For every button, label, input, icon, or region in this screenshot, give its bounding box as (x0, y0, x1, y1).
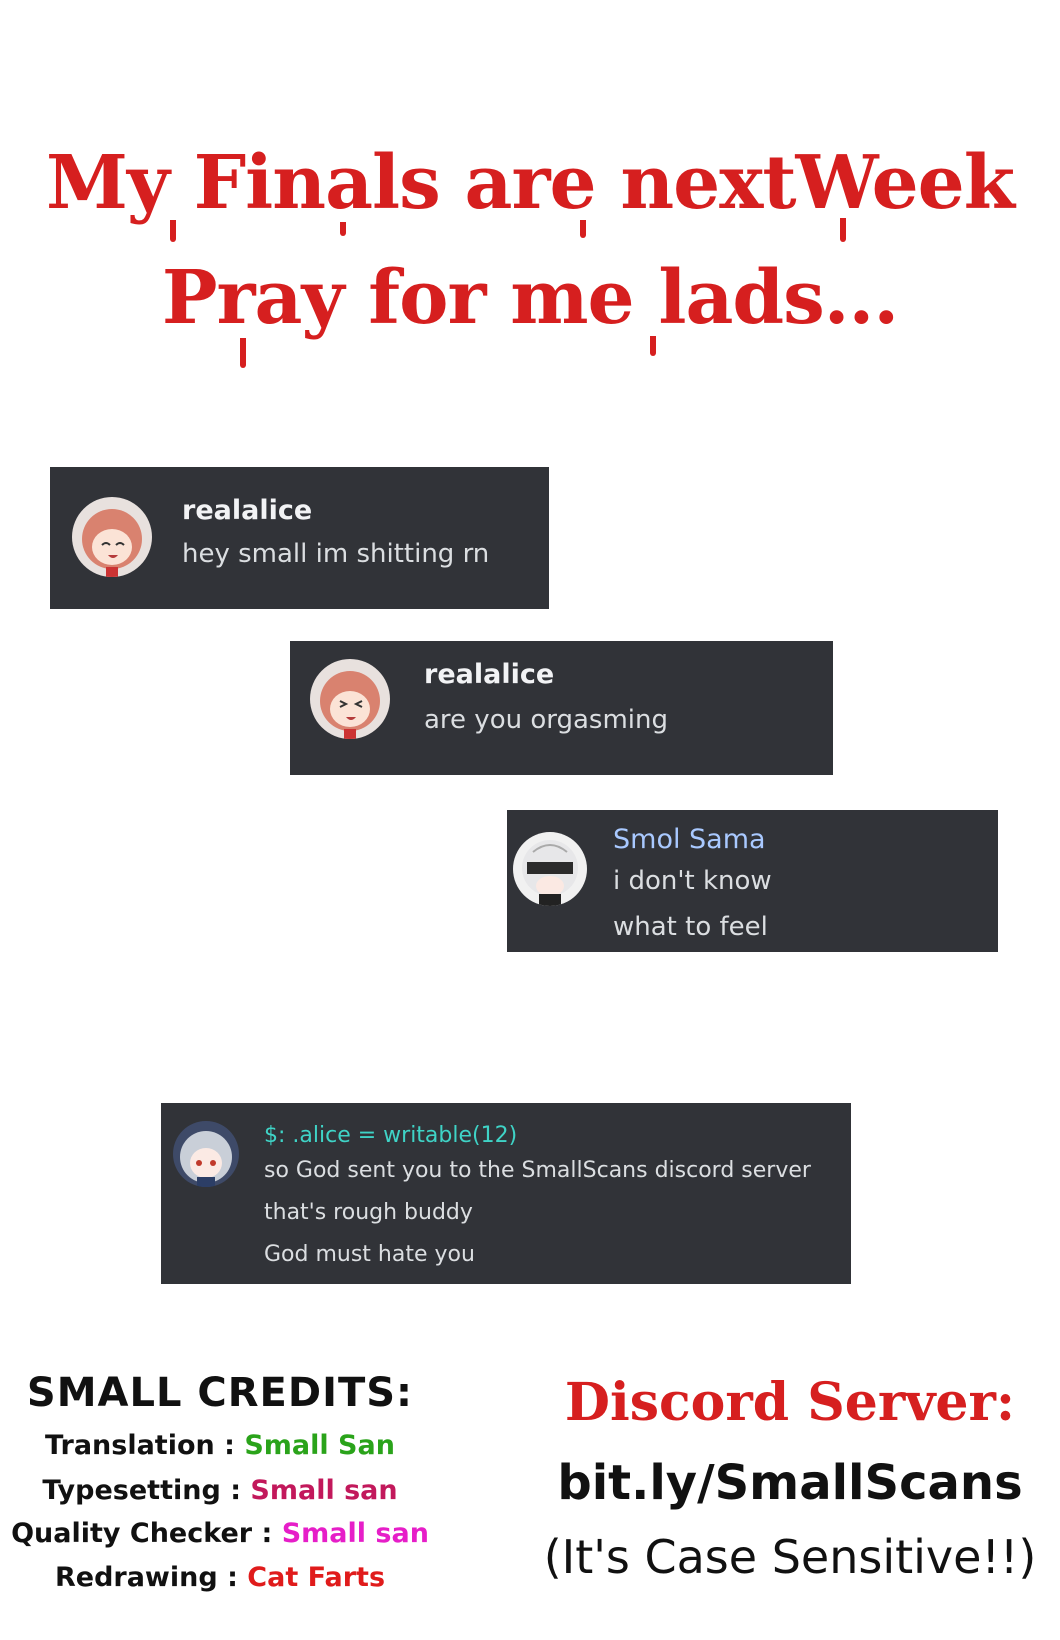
username[interactable]: Smol Sama (613, 824, 766, 855)
credit-row: Redrawing : Cat Farts (0, 1562, 440, 1593)
credit-row: Typesetting : Small san (0, 1475, 440, 1506)
message-text: that's rough buddy (264, 1200, 473, 1225)
credit-name: Small san (250, 1475, 398, 1506)
message-text: i don't know (613, 866, 772, 896)
username[interactable]: $: .alice = writable(12) (264, 1123, 517, 1148)
message-text: are you orgasming (424, 705, 669, 735)
message-text: so God sent you to the SmallScans discor… (264, 1158, 811, 1183)
headline-line-1: My Finals are nextWeek (45, 140, 1015, 226)
username[interactable]: realalice (182, 495, 312, 526)
credit-role: Quality Checker : (11, 1518, 273, 1549)
silver-haired-anime-girl-avatar (173, 1121, 239, 1187)
pink-haired-anime-girl-avatar (72, 497, 152, 577)
white-haired-blindfold-avatar (513, 832, 587, 906)
discord-title: Discord Server: (564, 1372, 1016, 1433)
chat-message: realalice are you orgasming (290, 641, 833, 775)
credit-role: Typesetting : (42, 1475, 241, 1506)
chat-message: $: .alice = writable(12) so God sent you… (161, 1103, 851, 1284)
message-text: God must hate you (264, 1242, 475, 1267)
credit-name: Cat Farts (247, 1562, 386, 1593)
credit-role: Redrawing : (54, 1562, 238, 1593)
chat-message: realalice hey small im shitting rn (50, 467, 549, 609)
credit-role: Translation : (45, 1430, 235, 1461)
discord-link[interactable]: bit.ly/SmallScans (540, 1455, 1040, 1511)
message-text: hey small im shitting rn (182, 539, 490, 569)
credit-name: Small San (244, 1430, 395, 1461)
case-sensitive-note: (It's Case Sensitive!!) (543, 1530, 1037, 1584)
credits-title: SMALL CREDITS: (26, 1370, 414, 1416)
username[interactable]: realalice (424, 659, 554, 690)
credit-name: Small san (281, 1518, 429, 1549)
headline-line-2: Pray for me lads... (161, 255, 899, 341)
message-text: what to feel (613, 912, 768, 942)
chat-message: Smol Sama i don't know what to feel (507, 810, 998, 952)
credit-row: Quality Checker : Small san (0, 1518, 440, 1549)
credit-row: Translation : Small San (0, 1430, 440, 1461)
pink-haired-anime-girl-avatar (310, 659, 390, 739)
